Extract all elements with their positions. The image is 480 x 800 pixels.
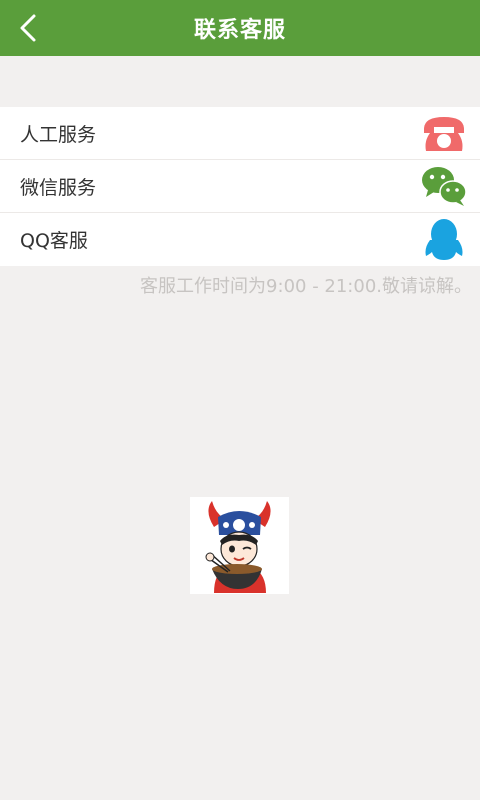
list-item-label: 人工服务 bbox=[20, 123, 97, 146]
back-button[interactable] bbox=[14, 12, 46, 44]
list-item-qq-service[interactable]: QQ客服 bbox=[0, 213, 480, 266]
qq-icon bbox=[425, 218, 463, 260]
mascot-logo bbox=[190, 497, 289, 594]
service-hours-note: 客服工作时间为9:00 - 21:00.敬请谅解。 bbox=[140, 276, 472, 297]
list-item-wechat-service[interactable]: 微信服务 bbox=[0, 160, 480, 213]
top-bar: 联系客服 bbox=[0, 0, 480, 56]
chevron-left-icon bbox=[20, 14, 36, 42]
wechat-icon bbox=[422, 167, 467, 206]
service-list: 人工服务 微信服务 QQ客服 bbox=[0, 107, 480, 266]
list-item-label: QQ客服 bbox=[20, 230, 88, 252]
list-item-phone-service[interactable]: 人工服务 bbox=[0, 107, 480, 160]
phone-icon bbox=[424, 117, 464, 151]
list-item-label: 微信服务 bbox=[20, 176, 97, 199]
page-title: 联系客服 bbox=[193, 18, 286, 43]
